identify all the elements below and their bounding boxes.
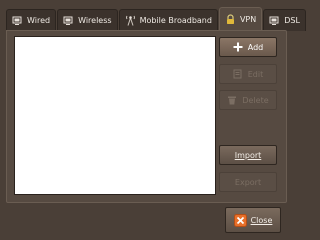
network-dsl-icon (269, 15, 280, 26)
antenna-icon (125, 15, 136, 26)
tab-label: VPN (239, 15, 257, 24)
edit-button[interactable]: Edit (219, 64, 277, 84)
export-button[interactable]: Export (219, 172, 277, 192)
import-button[interactable]: Import (219, 145, 277, 165)
tab-mobile-broadband[interactable]: Mobile Broadband (118, 9, 218, 31)
tab-label: Mobile Broadband (139, 16, 212, 25)
delete-button[interactable]: Delete (219, 90, 277, 110)
tab-label: DSL (284, 16, 300, 25)
tab-label: Wireless (78, 16, 112, 25)
connection-type-tabs: Wired Wireless Mobile Broadband VPN DSL (6, 6, 307, 31)
edit-icon (233, 69, 243, 79)
delete-button-label: Delete (242, 95, 269, 105)
vpn-connections-list[interactable] (14, 36, 216, 195)
network-wired-icon (12, 15, 23, 26)
add-button[interactable]: Add (219, 37, 277, 57)
export-button-label: Export (234, 177, 262, 187)
tab-wired[interactable]: Wired (6, 9, 57, 31)
edit-button-label: Edit (247, 69, 264, 79)
tab-label: Wired (27, 16, 51, 25)
tab-dsl[interactable]: DSL (263, 9, 306, 31)
trash-icon (227, 95, 237, 105)
close-icon (233, 213, 247, 227)
close-button-label: Close (250, 215, 273, 225)
close-button[interactable]: Close (225, 207, 281, 233)
import-button-label: Import (234, 150, 262, 160)
network-wireless-icon (63, 15, 74, 26)
plus-icon (233, 42, 243, 52)
tab-wireless[interactable]: Wireless (57, 9, 118, 31)
lock-icon (225, 14, 236, 25)
tab-vpn[interactable]: VPN (218, 7, 263, 31)
add-button-label: Add (247, 42, 264, 52)
